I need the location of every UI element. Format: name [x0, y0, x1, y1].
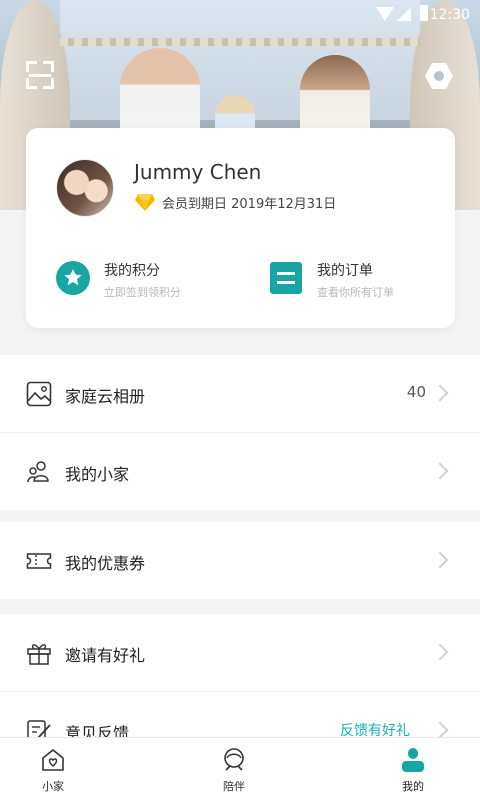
hero-rope: [60, 38, 420, 46]
settings-button[interactable]: [423, 60, 455, 92]
menu-label-invite: 邀请有好礼: [65, 646, 146, 665]
wifi-icon: [376, 7, 394, 21]
points-title: 我的积分: [104, 263, 160, 279]
user-name: Jummy Chen: [134, 160, 262, 184]
orders-title: 我的订单: [317, 263, 373, 279]
menu-label-family-album: 家庭云相册: [65, 387, 146, 406]
chevron-right-icon: [431, 384, 449, 402]
gift-icon: [27, 644, 51, 665]
avatar[interactable]: [56, 159, 114, 217]
profile-card: Jummy Chen 会员到期日 2019年12月31日 我的积分 立即签到领积…: [26, 128, 455, 328]
coupon-ticket-icon: [26, 553, 52, 569]
points-subtitle: 立即签到领积分: [104, 286, 181, 299]
menu-label-my-home: 我的小家: [65, 465, 130, 484]
companion-icon: [224, 748, 244, 771]
tab-label-profile: 我的: [402, 780, 424, 793]
orders-subtitle: 查看你所有订单: [317, 286, 394, 299]
my-orders-button[interactable]: 我的订单 查看你所有订单: [269, 258, 449, 299]
menu-group-coupons: 我的优惠券: [0, 522, 480, 599]
menu-item-my-home[interactable]: 我的小家: [0, 433, 480, 510]
points-star-icon: [56, 261, 90, 295]
battery-icon: [420, 5, 428, 21]
tab-label-companion: 陪伴: [223, 780, 245, 793]
scan-button[interactable]: [26, 61, 54, 89]
membership-row: 会员到期日 2019年12月31日: [134, 192, 336, 212]
signal-icon: [397, 7, 411, 21]
chevron-right-icon: [431, 551, 449, 569]
menu-label-coupons: 我的优惠券: [65, 554, 146, 573]
album-count: 40: [406, 383, 426, 401]
family-members-icon: [27, 461, 49, 483]
orders-list-icon: [270, 262, 302, 294]
menu-item-family-album[interactable]: 家庭云相册 40: [0, 355, 480, 433]
tab-profile[interactable]: 我的: [333, 738, 480, 801]
menu-item-coupons[interactable]: 我的优惠券: [0, 522, 480, 599]
membership-expiry: 会员到期日 2019年12月31日: [162, 196, 337, 212]
status-time: 12:30: [429, 7, 470, 23]
photo-album-icon: [26, 381, 52, 407]
profile-icon: [402, 748, 424, 772]
home-heart-icon: [42, 749, 64, 771]
settings-hex-icon: [425, 63, 453, 89]
tab-label-home: 小家: [42, 780, 64, 793]
menu-group-main: 家庭云相册 40 我的小家: [0, 355, 480, 510]
status-bar: 12:30: [0, 0, 480, 30]
menu-item-invite[interactable]: 邀请有好礼: [0, 614, 480, 692]
tab-home[interactable]: 小家: [0, 738, 133, 801]
tab-companion[interactable]: 陪伴: [154, 738, 314, 801]
chevron-right-icon: [431, 643, 449, 661]
my-points-button[interactable]: 我的积分 立即签到领积分: [56, 258, 256, 299]
bottom-tab-bar: 小家 陪伴 我的: [0, 737, 480, 801]
vip-diamond-icon: [135, 194, 155, 211]
chevron-right-icon: [431, 721, 449, 739]
chevron-right-icon: [431, 462, 449, 480]
